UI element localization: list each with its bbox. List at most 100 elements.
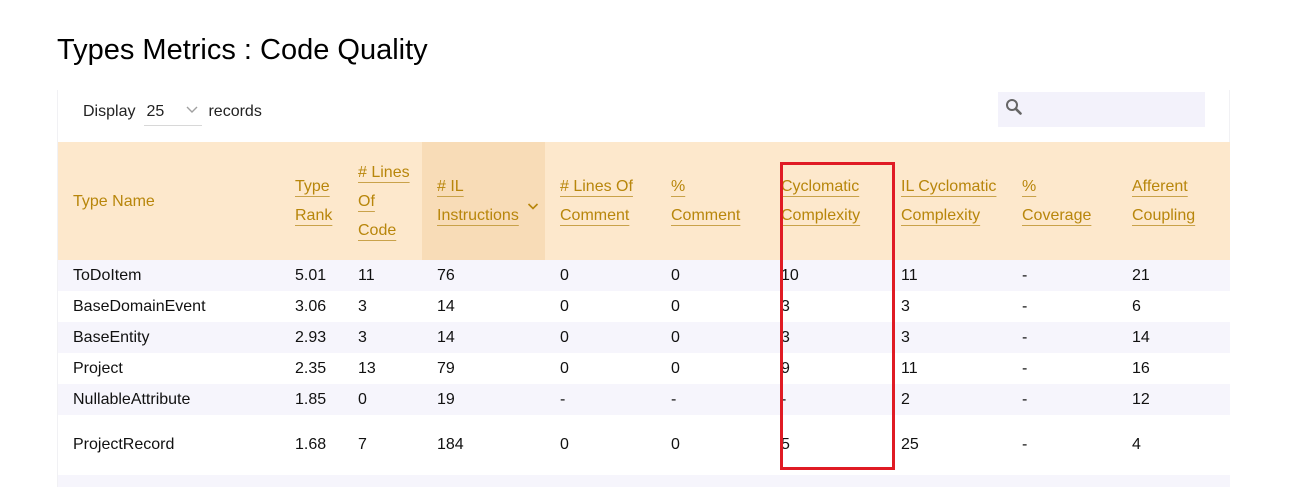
- records-length-control: Display 25 records: [83, 98, 262, 126]
- table-cell: 0: [545, 322, 656, 353]
- table-cell: 3: [766, 322, 886, 353]
- table-cell: 9: [766, 353, 886, 384]
- table-cell: -: [1007, 353, 1117, 384]
- table-cell: 2.93: [280, 322, 343, 353]
- table-cell: 3: [886, 322, 1007, 353]
- page-title: Types Metrics : Code Quality: [57, 34, 428, 66]
- column-header-afferent-coupling[interactable]: Afferent Coupling: [1117, 142, 1230, 260]
- table-cell: -: [1007, 384, 1117, 415]
- table-row[interactable]: NullableAttribute 1.85 0 19- - -2-12: [58, 384, 1230, 415]
- table-cell: 0: [656, 260, 766, 291]
- table-cell: 11: [886, 353, 1007, 384]
- column-header-label: Type Rank: [295, 178, 333, 224]
- table-row[interactable]: ProjectRecord 1.68 7 184 0 0 5 25-4: [58, 415, 1230, 475]
- sort-descending-icon: [527, 194, 539, 223]
- table-cell: 0: [656, 353, 766, 384]
- table-row[interactable]: BaseDomainEvent 3.06 3 14 0 0 3 3-6: [58, 291, 1230, 322]
- table-footer-row: [58, 475, 1230, 487]
- table-cell: 0: [545, 353, 656, 384]
- types-metrics-table: Type Name Type Rank # Lines Of Code # IL In…: [58, 142, 1230, 487]
- table-cell: 184: [422, 415, 545, 475]
- table-cell: 0: [545, 260, 656, 291]
- column-header-cyclomatic-complexity[interactable]: Cyclomatic Complexity: [766, 142, 886, 260]
- table-cell: 16: [1117, 353, 1230, 384]
- records-per-page-value: 25: [146, 102, 165, 120]
- column-header-lines-of-code[interactable]: # Lines Of Code: [343, 142, 422, 260]
- table-row[interactable]: ToDoItem 5.01 11 76 0 0 10 11-21: [58, 260, 1230, 291]
- table-cell: 0: [656, 415, 766, 475]
- table-cell: 14: [1117, 322, 1230, 353]
- column-header-label: # IL Instructions: [437, 178, 519, 224]
- table-cell: 21: [1117, 260, 1230, 291]
- table-cell: BaseDomainEvent: [58, 291, 280, 322]
- table-cell: ProjectRecord: [58, 415, 280, 475]
- records-per-page-select[interactable]: 25: [144, 98, 203, 126]
- column-header-il-cyclomatic-complexity[interactable]: IL Cyclomatic Complexity: [886, 142, 1007, 260]
- table-footer-cell: [58, 475, 1230, 487]
- table-cell: 79: [422, 353, 545, 384]
- column-header-il-instructions[interactable]: # IL Instructions: [422, 142, 545, 260]
- table-cell: 1.85: [280, 384, 343, 415]
- table-cell: 10: [766, 260, 886, 291]
- table-cell: -: [1007, 260, 1117, 291]
- column-header-lines-of-comment[interactable]: # Lines Of Comment: [545, 142, 656, 260]
- table-cell: 13: [343, 353, 422, 384]
- table-body: ToDoItem 5.01 11 76 0 0 10 11-21 BaseDomainEvent…: [58, 260, 1230, 475]
- table-cell: -: [1007, 415, 1117, 475]
- table-row[interactable]: BaseEntity 2.93 3 14 0 0 3 3-14: [58, 322, 1230, 353]
- column-header-label: IL Cyclomatic Complexity: [901, 178, 997, 224]
- table-cell: 3: [886, 291, 1007, 322]
- table-cell: 11: [886, 260, 1007, 291]
- table-cell: 0: [545, 415, 656, 475]
- column-header-comment[interactable]: % Comment: [656, 142, 766, 260]
- table-cell: 5.01: [280, 260, 343, 291]
- table-cell: 25: [886, 415, 1007, 475]
- length-suffix-label: records: [208, 103, 262, 120]
- column-header-label: # Lines Of Comment: [560, 178, 633, 224]
- length-prefix-label: Display: [83, 103, 136, 120]
- table-cell: 0: [656, 291, 766, 322]
- table-cell: 7: [343, 415, 422, 475]
- table-cell: 4: [1117, 415, 1230, 475]
- search-icon: [1005, 98, 1023, 121]
- table-cell: -: [1007, 291, 1117, 322]
- column-header-label: Afferent Coupling: [1132, 178, 1196, 224]
- table-cell: -: [545, 384, 656, 415]
- table-cell: -: [656, 384, 766, 415]
- table-cell: NullableAttribute: [58, 384, 280, 415]
- table-cell: -: [1007, 322, 1117, 353]
- column-header-type-name[interactable]: Type Name: [58, 142, 280, 260]
- table-cell: Project: [58, 353, 280, 384]
- table-cell: 3: [766, 291, 886, 322]
- table-cell: 12: [1117, 384, 1230, 415]
- search-input[interactable]: [998, 92, 1205, 127]
- table-cell: 1.68: [280, 415, 343, 475]
- chevron-down-icon: [186, 103, 198, 118]
- column-header-type-rank[interactable]: Type Rank: [280, 142, 343, 260]
- table-cell: 11: [343, 260, 422, 291]
- table-cell: 3: [343, 322, 422, 353]
- table-cell: 2.35: [280, 353, 343, 384]
- table-cell: 14: [422, 322, 545, 353]
- table-cell: 6: [1117, 291, 1230, 322]
- table-cell: -: [766, 384, 886, 415]
- table-row[interactable]: Project 2.35 13 79 0 0 9 11-16: [58, 353, 1230, 384]
- column-header-label: % Comment: [671, 178, 741, 224]
- table-cell: BaseEntity: [58, 322, 280, 353]
- column-header-label: Cyclomatic Complexity: [781, 178, 861, 224]
- table-cell: 0: [656, 322, 766, 353]
- column-header-coverage[interactable]: % Coverage: [1007, 142, 1117, 260]
- column-header-label: % Coverage: [1022, 178, 1092, 224]
- table-cell: 5: [766, 415, 886, 475]
- table-cell: 19: [422, 384, 545, 415]
- table-cell: ToDoItem: [58, 260, 280, 291]
- table-cell: 2: [886, 384, 1007, 415]
- table-cell: 3.06: [280, 291, 343, 322]
- table-cell: 3: [343, 291, 422, 322]
- table-cell: 0: [545, 291, 656, 322]
- table-cell: 76: [422, 260, 545, 291]
- column-header-label: # Lines Of Code: [358, 163, 410, 239]
- table-cell: 0: [343, 384, 422, 415]
- table-header-row: Type Name Type Rank # Lines Of Code # IL In…: [58, 142, 1230, 260]
- column-header-label: Type Name: [73, 192, 155, 210]
